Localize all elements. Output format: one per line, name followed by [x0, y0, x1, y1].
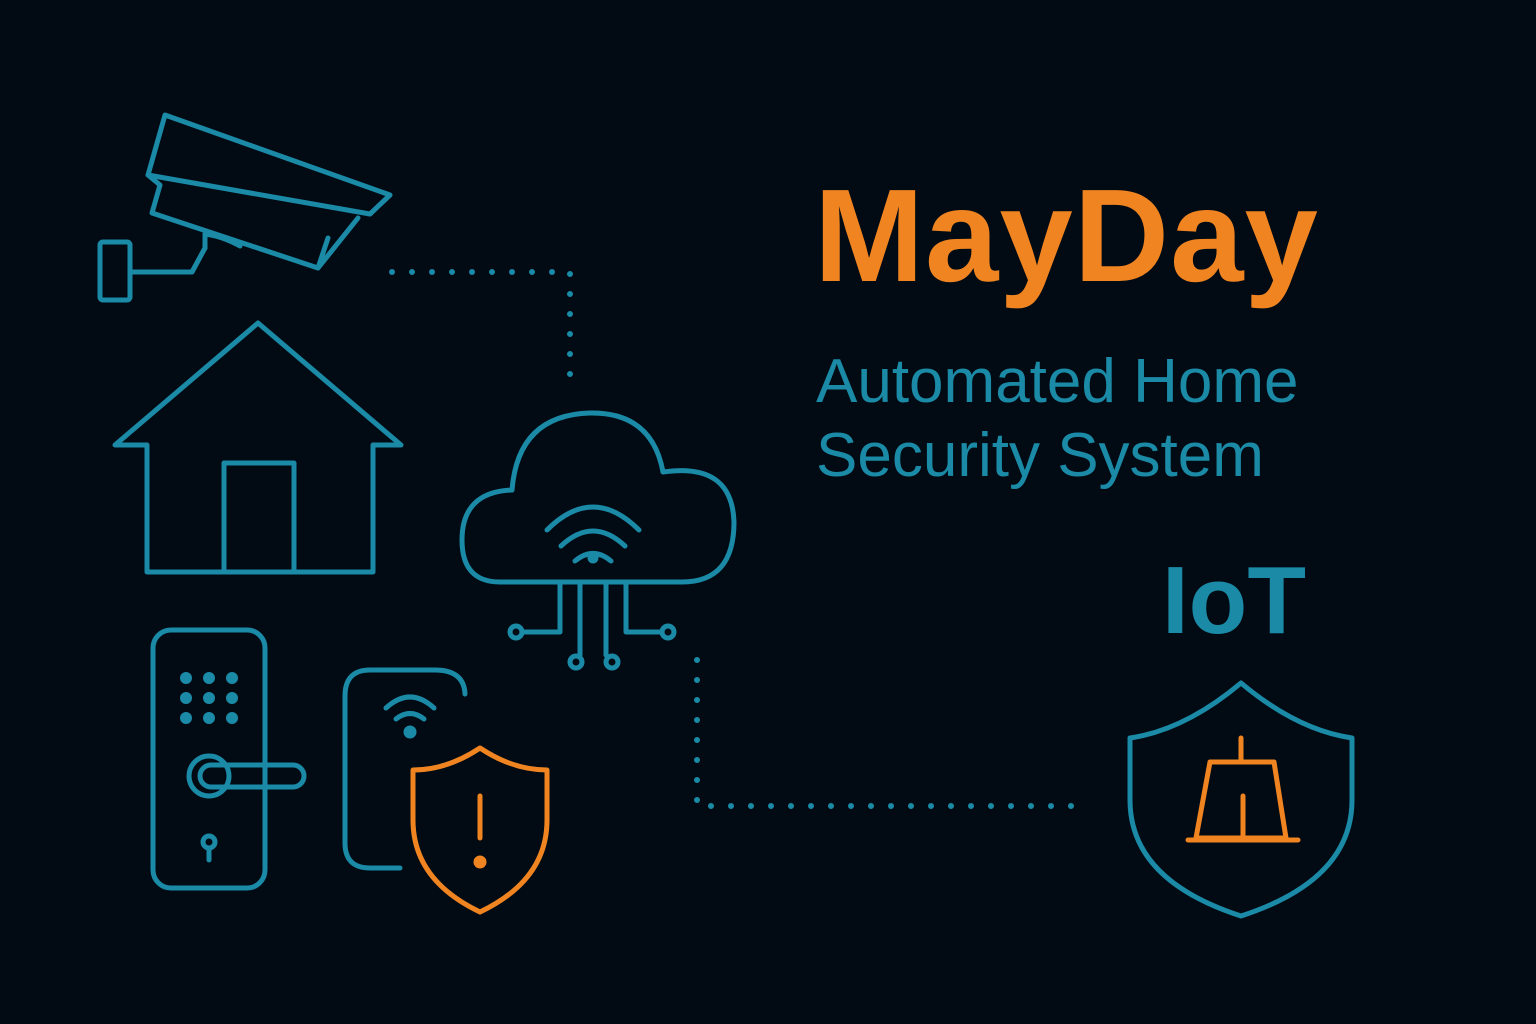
subtitle-line-1: Automated Home — [816, 347, 1299, 416]
app-title: MayDay — [814, 162, 1319, 309]
alert-shield-icon — [410, 745, 550, 915]
subtitle: Automated Home Security System — [816, 345, 1298, 493]
canvas: MayDay Automated Home Security System Io… — [0, 0, 1536, 1024]
smart-door-lock-icon — [150, 627, 307, 891]
illustration — [97, 112, 1355, 919]
alarm-shield-icon — [1127, 680, 1355, 919]
connector-cloud-shield — [694, 657, 1093, 809]
smart-tag-icon — [342, 667, 468, 871]
connector-camera-cloud — [389, 269, 573, 391]
iot-label: IoT — [1162, 547, 1306, 654]
cloud-wifi-icon — [459, 410, 737, 671]
subtitle-line-2: Security System — [816, 421, 1264, 490]
house-icon — [112, 320, 404, 575]
security-camera-icon — [97, 112, 393, 303]
